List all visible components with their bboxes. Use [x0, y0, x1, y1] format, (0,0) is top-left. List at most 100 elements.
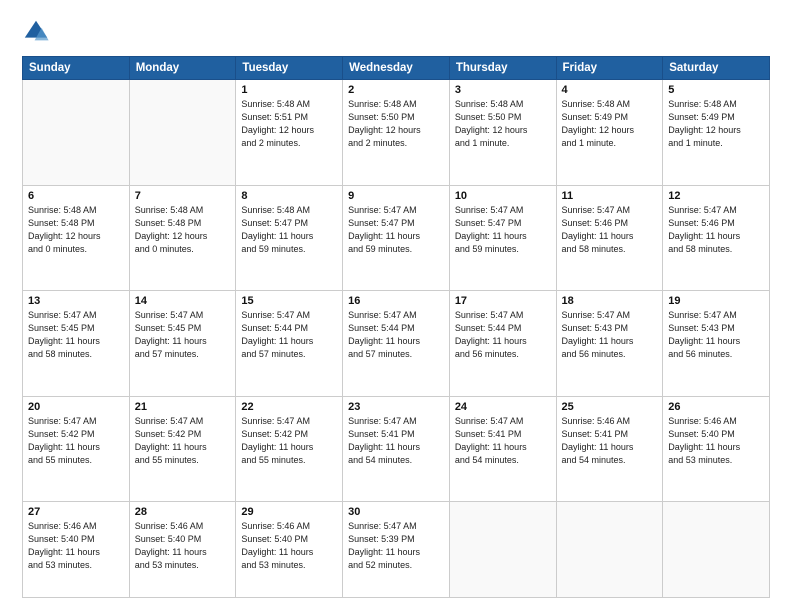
day-info: Sunrise: 5:47 AM Sunset: 5:42 PM Dayligh…: [28, 415, 124, 467]
weekday-header-sunday: Sunday: [23, 57, 130, 80]
day-info: Sunrise: 5:48 AM Sunset: 5:48 PM Dayligh…: [135, 204, 231, 256]
day-info: Sunrise: 5:47 AM Sunset: 5:41 PM Dayligh…: [348, 415, 444, 467]
calendar-cell: [449, 502, 556, 598]
day-number: 13: [28, 295, 124, 307]
day-number: 24: [455, 401, 551, 413]
day-info: Sunrise: 5:48 AM Sunset: 5:51 PM Dayligh…: [241, 98, 337, 150]
calendar-cell: [23, 80, 130, 186]
day-info: Sunrise: 5:48 AM Sunset: 5:49 PM Dayligh…: [562, 98, 658, 150]
day-number: 26: [668, 401, 764, 413]
day-info: Sunrise: 5:47 AM Sunset: 5:42 PM Dayligh…: [135, 415, 231, 467]
day-info: Sunrise: 5:47 AM Sunset: 5:44 PM Dayligh…: [241, 309, 337, 361]
day-info: Sunrise: 5:47 AM Sunset: 5:39 PM Dayligh…: [348, 520, 444, 572]
day-number: 10: [455, 190, 551, 202]
day-number: 5: [668, 84, 764, 96]
calendar-cell: 21 Sunrise: 5:47 AM Sunset: 5:42 PM Dayli…: [129, 396, 236, 502]
weekday-header-row: SundayMondayTuesdayWednesdayThursdayFrid…: [23, 57, 770, 80]
calendar-cell: [663, 502, 770, 598]
day-info: Sunrise: 5:47 AM Sunset: 5:46 PM Dayligh…: [668, 204, 764, 256]
day-info: Sunrise: 5:47 AM Sunset: 5:43 PM Dayligh…: [562, 309, 658, 361]
calendar-cell: 13Sunrise: 5:47 AM Sunset: 5:45 PM Dayli…: [23, 291, 130, 397]
day-info: Sunrise: 5:48 AM Sunset: 5:50 PM Dayligh…: [455, 98, 551, 150]
calendar-cell: 11Sunrise: 5:47 AM Sunset: 5:46 PM Dayli…: [556, 185, 663, 291]
calendar-cell: 30 Sunrise: 5:47 AM Sunset: 5:39 PM Dayli…: [343, 502, 450, 598]
day-number: 1: [241, 84, 337, 96]
day-info: Sunrise: 5:47 AM Sunset: 5:45 PM Dayligh…: [135, 309, 231, 361]
day-number: 15: [241, 295, 337, 307]
day-number: 6: [28, 190, 124, 202]
day-info: Sunrise: 5:47 AM Sunset: 5:47 PM Dayligh…: [455, 204, 551, 256]
weekday-header-monday: Monday: [129, 57, 236, 80]
day-number: 19: [668, 295, 764, 307]
weekday-header-saturday: Saturday: [663, 57, 770, 80]
calendar-cell: 16Sunrise: 5:47 AM Sunset: 5:44 PM Dayli…: [343, 291, 450, 397]
calendar-cell: 15 Sunrise: 5:47 AM Sunset: 5:44 PM Dayli…: [236, 291, 343, 397]
calendar-cell: 23 Sunrise: 5:47 AM Sunset: 5:41 PM Dayli…: [343, 396, 450, 502]
week-row-1: 1 Sunrise: 5:48 AM Sunset: 5:51 PM Daylig…: [23, 80, 770, 186]
day-info: Sunrise: 5:46 AM Sunset: 5:40 PM Dayligh…: [28, 520, 124, 572]
day-info: Sunrise: 5:48 AM Sunset: 5:48 PM Dayligh…: [28, 204, 124, 256]
calendar-cell: 14 Sunrise: 5:47 AM Sunset: 5:45 PM Dayli…: [129, 291, 236, 397]
calendar-cell: 10 Sunrise: 5:47 AM Sunset: 5:47 PM Dayli…: [449, 185, 556, 291]
day-number: 14: [135, 295, 231, 307]
calendar-cell: 24 Sunrise: 5:47 AM Sunset: 5:41 PM Dayli…: [449, 396, 556, 502]
weekday-header-tuesday: Tuesday: [236, 57, 343, 80]
logo: [22, 18, 54, 46]
day-info: Sunrise: 5:47 AM Sunset: 5:41 PM Dayligh…: [455, 415, 551, 467]
calendar-cell: 5Sunrise: 5:48 AM Sunset: 5:49 PM Daylig…: [663, 80, 770, 186]
calendar-cell: 9 Sunrise: 5:47 AM Sunset: 5:47 PM Daylig…: [343, 185, 450, 291]
calendar-cell: [556, 502, 663, 598]
day-number: 11: [562, 190, 658, 202]
weekday-header-thursday: Thursday: [449, 57, 556, 80]
day-number: 12: [668, 190, 764, 202]
day-number: 8: [241, 190, 337, 202]
week-row-3: 13 Sunrise: 5:47 AM Sunset: 5:45 PM Dayli…: [23, 291, 770, 397]
calendar-cell: 26Sunrise: 5:46 AM Sunset: 5:40 PM Dayli…: [663, 396, 770, 502]
day-number: 17: [455, 295, 551, 307]
calendar-cell: 29 Sunrise: 5:46 AM Sunset: 5:40 PM Dayli…: [236, 502, 343, 598]
day-number: 27: [28, 506, 124, 518]
calendar-table: SundayMondayTuesdayWednesdayThursdayFrid…: [22, 56, 770, 598]
week-row-5: 27 Sunrise: 5:46 AM Sunset: 5:40 PM Dayli…: [23, 502, 770, 598]
calendar-cell: 3 Sunrise: 5:48 AM Sunset: 5:50 PM Daylig…: [449, 80, 556, 186]
day-number: 29: [241, 506, 337, 518]
calendar-cell: 17Sunrise: 5:47 AM Sunset: 5:44 PM Dayli…: [449, 291, 556, 397]
calendar-cell: 7 Sunrise: 5:48 AM Sunset: 5:48 PM Daylig…: [129, 185, 236, 291]
calendar-cell: 6 Sunrise: 5:48 AM Sunset: 5:48 PM Daylig…: [23, 185, 130, 291]
day-info: Sunrise: 5:46 AM Sunset: 5:41 PM Dayligh…: [562, 415, 658, 467]
day-info: Sunrise: 5:47 AM Sunset: 5:47 PM Dayligh…: [348, 204, 444, 256]
day-info: Sunrise: 5:47 AM Sunset: 5:43 PM Dayligh…: [668, 309, 764, 361]
logo-icon: [22, 18, 50, 46]
day-number: 7: [135, 190, 231, 202]
day-number: 30: [348, 506, 444, 518]
day-info: Sunrise: 5:47 AM Sunset: 5:42 PM Dayligh…: [241, 415, 337, 467]
day-info: Sunrise: 5:46 AM Sunset: 5:40 PM Dayligh…: [135, 520, 231, 572]
calendar-cell: 18Sunrise: 5:47 AM Sunset: 5:43 PM Dayli…: [556, 291, 663, 397]
day-number: 20: [28, 401, 124, 413]
day-number: 2: [348, 84, 444, 96]
calendar-cell: [129, 80, 236, 186]
day-number: 21: [135, 401, 231, 413]
calendar-cell: 22Sunrise: 5:47 AM Sunset: 5:42 PM Dayli…: [236, 396, 343, 502]
day-number: 28: [135, 506, 231, 518]
day-info: Sunrise: 5:48 AM Sunset: 5:50 PM Dayligh…: [348, 98, 444, 150]
calendar-cell: 2 Sunrise: 5:48 AM Sunset: 5:50 PM Daylig…: [343, 80, 450, 186]
calendar-cell: 28 Sunrise: 5:46 AM Sunset: 5:40 PM Dayli…: [129, 502, 236, 598]
calendar-cell: 25Sunrise: 5:46 AM Sunset: 5:41 PM Dayli…: [556, 396, 663, 502]
calendar-cell: 27 Sunrise: 5:46 AM Sunset: 5:40 PM Dayli…: [23, 502, 130, 598]
weekday-header-friday: Friday: [556, 57, 663, 80]
day-info: Sunrise: 5:47 AM Sunset: 5:44 PM Dayligh…: [348, 309, 444, 361]
calendar-cell: 19 Sunrise: 5:47 AM Sunset: 5:43 PM Dayli…: [663, 291, 770, 397]
page: SundayMondayTuesdayWednesdayThursdayFrid…: [0, 0, 792, 612]
week-row-4: 20 Sunrise: 5:47 AM Sunset: 5:42 PM Dayli…: [23, 396, 770, 502]
day-number: 3: [455, 84, 551, 96]
day-info: Sunrise: 5:46 AM Sunset: 5:40 PM Dayligh…: [241, 520, 337, 572]
day-info: Sunrise: 5:48 AM Sunset: 5:47 PM Dayligh…: [241, 204, 337, 256]
calendar-cell: 4Sunrise: 5:48 AM Sunset: 5:49 PM Daylig…: [556, 80, 663, 186]
day-number: 23: [348, 401, 444, 413]
calendar-cell: 20 Sunrise: 5:47 AM Sunset: 5:42 PM Dayli…: [23, 396, 130, 502]
calendar-cell: 8 Sunrise: 5:48 AM Sunset: 5:47 PM Daylig…: [236, 185, 343, 291]
day-number: 9: [348, 190, 444, 202]
calendar-cell: 1 Sunrise: 5:48 AM Sunset: 5:51 PM Daylig…: [236, 80, 343, 186]
calendar-cell: 12 Sunrise: 5:47 AM Sunset: 5:46 PM Dayli…: [663, 185, 770, 291]
